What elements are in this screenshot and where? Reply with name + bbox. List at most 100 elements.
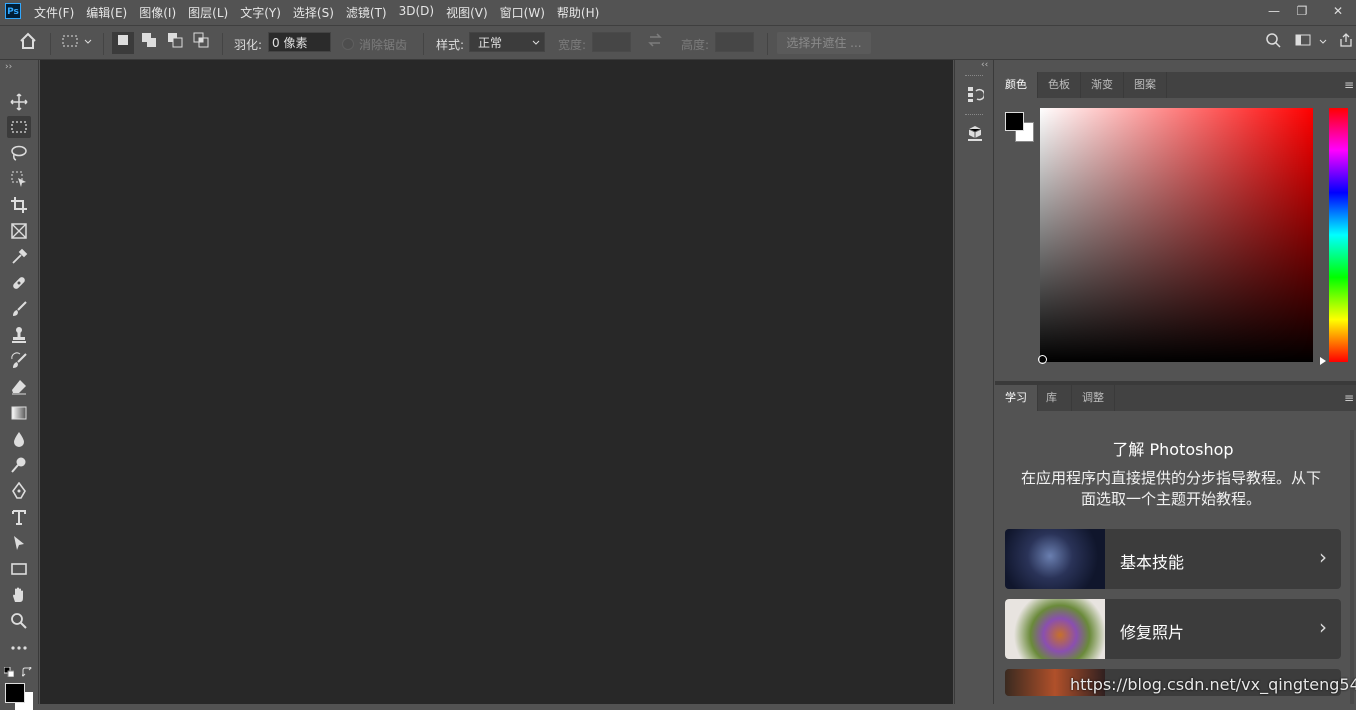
rectangle-tool-icon[interactable] (7, 558, 31, 580)
tab-gradients[interactable]: 渐变 (1081, 72, 1124, 98)
divider (103, 33, 104, 55)
workspace-icon[interactable] (1292, 32, 1314, 54)
tab-swatches[interactable]: 色板 (1038, 72, 1081, 98)
hand-tool-icon[interactable] (7, 584, 31, 606)
tab-learn[interactable]: 学习 (995, 385, 1038, 411)
marquee-tool-icon[interactable] (7, 116, 31, 138)
learn-card-basic-skills[interactable]: 基本技能 › (1005, 529, 1341, 589)
stamp-tool-icon[interactable] (7, 324, 31, 346)
width-label: 宽度: (558, 38, 587, 52)
object-selection-tool-icon[interactable] (7, 168, 31, 190)
color-field[interactable] (1040, 108, 1313, 362)
intersect-selection-icon[interactable] (190, 32, 212, 54)
3d-panel-icon[interactable] (966, 124, 984, 145)
zoom-tool-icon[interactable] (7, 610, 31, 632)
tab-color[interactable]: 颜色 (995, 72, 1038, 98)
eraser-tool-icon[interactable] (7, 376, 31, 398)
swap-icon[interactable] (644, 32, 666, 54)
restore-button[interactable]: ❐ (1290, 2, 1314, 20)
tab-adjustments[interactable]: 调整 (1072, 385, 1115, 411)
antialias-checkbox[interactable] (342, 38, 354, 50)
menu-layer[interactable]: 图层(L) (188, 4, 228, 21)
hue-slider-handle[interactable] (1320, 357, 1326, 365)
menu-select[interactable]: 选择(S) (293, 4, 334, 21)
crop-tool-icon[interactable] (7, 194, 31, 216)
default-colors-icon[interactable] (3, 666, 15, 678)
more-tools-icon[interactable] (7, 637, 31, 659)
panel-menu-icon[interactable]: ≡ (1344, 78, 1354, 92)
blur-tool-icon[interactable] (7, 428, 31, 450)
grip (965, 114, 983, 115)
share-icon[interactable] (1336, 32, 1356, 54)
frame-tool-icon[interactable] (7, 220, 31, 242)
tools-panel: ›› (0, 60, 39, 710)
gradient-tool-icon[interactable] (7, 402, 31, 424)
menu-bar: Ps 文件(F) 编辑(E) 图像(I) 图层(L) 文字(Y) 选择(S) 滤… (0, 0, 1356, 24)
style-value: 正常 (478, 36, 503, 50)
menu-type[interactable]: 文字(Y) (240, 4, 281, 21)
menu-image[interactable]: 图像(I) (139, 4, 176, 21)
learn-scrollbar[interactable] (1350, 430, 1354, 704)
collapse-panels-icon[interactable]: ‹‹ (981, 60, 988, 70)
close-button[interactable]: ✕ (1326, 2, 1350, 20)
chevron-right-icon: › (1319, 545, 1327, 569)
type-tool-icon[interactable] (7, 506, 31, 528)
eyedropper-tool-icon[interactable] (7, 246, 31, 268)
learn-description: 在应用程序内直接提供的分步指导教程。从下面选取一个主题开始教程。 (1020, 469, 1321, 508)
divider (767, 33, 768, 55)
home-icon[interactable] (17, 32, 39, 54)
healing-brush-tool-icon[interactable] (7, 272, 31, 294)
style-select[interactable]: 正常 (469, 32, 545, 52)
divider (50, 33, 51, 55)
dodge-tool-icon[interactable] (7, 454, 31, 476)
menu-window[interactable]: 窗口(W) (500, 4, 545, 21)
learn-title: 了解 Photoshop (1112, 440, 1234, 459)
minimize-button[interactable]: — (1262, 2, 1286, 20)
watermark-text: https://blog.csdn.net/vx_qingteng54321 (1070, 675, 1356, 694)
new-selection-icon[interactable] (112, 32, 134, 54)
tab-libraries[interactable]: 库 (1038, 385, 1072, 411)
subtract-selection-icon[interactable] (164, 32, 186, 54)
height-input[interactable] (715, 32, 754, 52)
options-bar: 羽化: 0 像素 消除锯齿 样式: 正常 宽度: 高度: 选择并遮住 ... (0, 25, 1356, 60)
menu-filter[interactable]: 滤镜(T) (346, 4, 387, 21)
menu-file[interactable]: 文件(F) (34, 4, 74, 21)
add-selection-icon[interactable] (138, 32, 160, 54)
learn-card-fix-photo[interactable]: 修复照片 › (1005, 599, 1341, 659)
style-label: 样式: (436, 38, 465, 52)
history-panel-icon[interactable] (966, 85, 986, 106)
select-and-mask-button[interactable]: 选择并遮住 ... (777, 32, 871, 54)
right-panels: 颜色 色板 渐变 图案 ≡ 学习 库 调整 ≡ 了解 Photoshop 在应用… (995, 60, 1356, 704)
brush-tool-icon[interactable] (7, 298, 31, 320)
history-brush-tool-icon[interactable] (7, 350, 31, 372)
move-tool-icon[interactable] (7, 91, 31, 113)
marquee-preset-icon[interactable] (59, 32, 81, 54)
expand-toolbar-icon[interactable]: ›› (5, 62, 12, 72)
chevron-down-icon[interactable] (1316, 32, 1330, 54)
menu-3d[interactable]: 3D(D) (399, 4, 434, 21)
pen-tool-icon[interactable] (7, 480, 31, 502)
foreground-color-swatch[interactable] (5, 683, 25, 703)
menu-help[interactable]: 帮助(H) (557, 4, 599, 21)
hue-slider[interactable] (1329, 108, 1348, 362)
learn-card-thumbnail (1005, 599, 1105, 659)
panel-foreground-swatch[interactable] (1005, 112, 1024, 131)
color-panel-tabs: 颜色 色板 渐变 图案 (995, 72, 1356, 98)
swap-colors-icon[interactable] (20, 665, 32, 677)
menu-edit[interactable]: 编辑(E) (86, 4, 127, 21)
feather-label: 羽化: (234, 38, 263, 52)
feather-input[interactable]: 0 像素 (268, 32, 331, 52)
menu-view[interactable]: 视图(V) (446, 4, 488, 21)
chevron-down-icon[interactable] (81, 32, 95, 54)
panel-menu-icon[interactable]: ≡ (1344, 391, 1354, 405)
tab-patterns[interactable]: 图案 (1124, 72, 1167, 98)
lasso-tool-icon[interactable] (7, 142, 31, 164)
width-input[interactable] (592, 32, 631, 52)
path-selection-tool-icon[interactable] (7, 532, 31, 554)
learn-panel-tabs: 学习 库 调整 (995, 385, 1356, 411)
height-label: 高度: (681, 38, 710, 52)
color-panel: 颜色 色板 渐变 图案 ≡ (995, 72, 1356, 98)
document-canvas-area[interactable] (40, 60, 953, 704)
search-icon[interactable] (1262, 32, 1284, 54)
color-picker-cursor[interactable] (1038, 355, 1047, 364)
